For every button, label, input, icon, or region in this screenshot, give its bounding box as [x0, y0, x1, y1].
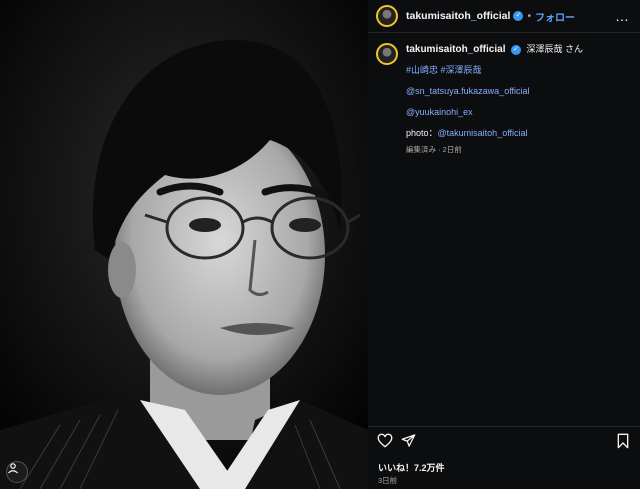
tagged-user-icon	[8, 463, 18, 474]
verified-badge-icon: ✓	[513, 11, 524, 21]
caption: takumisaitoh_official ✓ 深澤辰哉 さん #山崎忠 #深澤…	[368, 33, 640, 156]
hashtag-links[interactable]: #山崎忠 #深澤辰哉	[406, 65, 482, 75]
tagged-users-button[interactable]	[6, 461, 28, 483]
avatar[interactable]	[376, 5, 398, 27]
action-bar	[368, 433, 640, 455]
divider	[368, 426, 640, 427]
like-count[interactable]: いいね！7.2万件	[378, 461, 445, 474]
bookmark-icon[interactable]	[616, 433, 630, 449]
post-header: takumisaitoh_official ✓ • フォロー …	[368, 0, 640, 33]
heart-icon[interactable]	[377, 433, 393, 449]
verified-badge-icon: ✓	[510, 44, 521, 55]
caption-text: 深澤辰哉 さん	[526, 44, 584, 54]
portrait-image	[0, 0, 368, 489]
separator-dot: •	[527, 10, 531, 22]
post-date[interactable]: 3日前	[378, 475, 397, 486]
photo-credit-link[interactable]: @takumisaitoh_official	[438, 128, 528, 138]
mention-link-yuukainohi[interactable]: @yuukainohi_ex	[406, 107, 473, 117]
post-detail-panel: takumisaitoh_official ✓ • フォロー … takumis…	[368, 0, 640, 489]
photo-credit-prefix: photo：	[406, 128, 438, 138]
post-modal: takumisaitoh_official ✓ • フォロー … takumis…	[0, 0, 640, 489]
mention-link-fukazawa[interactable]: @sn_tatsuya.fukazawa_official	[406, 86, 530, 96]
caption-username[interactable]: takumisaitoh_official	[406, 44, 505, 55]
caption-meta: 編集済み · 2日前	[406, 145, 462, 154]
header-username[interactable]: takumisaitoh_official	[406, 10, 510, 22]
follow-button[interactable]: フォロー	[535, 9, 575, 24]
send-icon[interactable]	[401, 433, 416, 448]
caption-avatar[interactable]	[376, 43, 398, 65]
caption-body: takumisaitoh_official ✓ 深澤辰哉 さん #山崎忠 #深澤…	[406, 43, 583, 156]
post-photo[interactable]	[0, 0, 368, 489]
more-options-icon[interactable]: …	[615, 8, 630, 24]
